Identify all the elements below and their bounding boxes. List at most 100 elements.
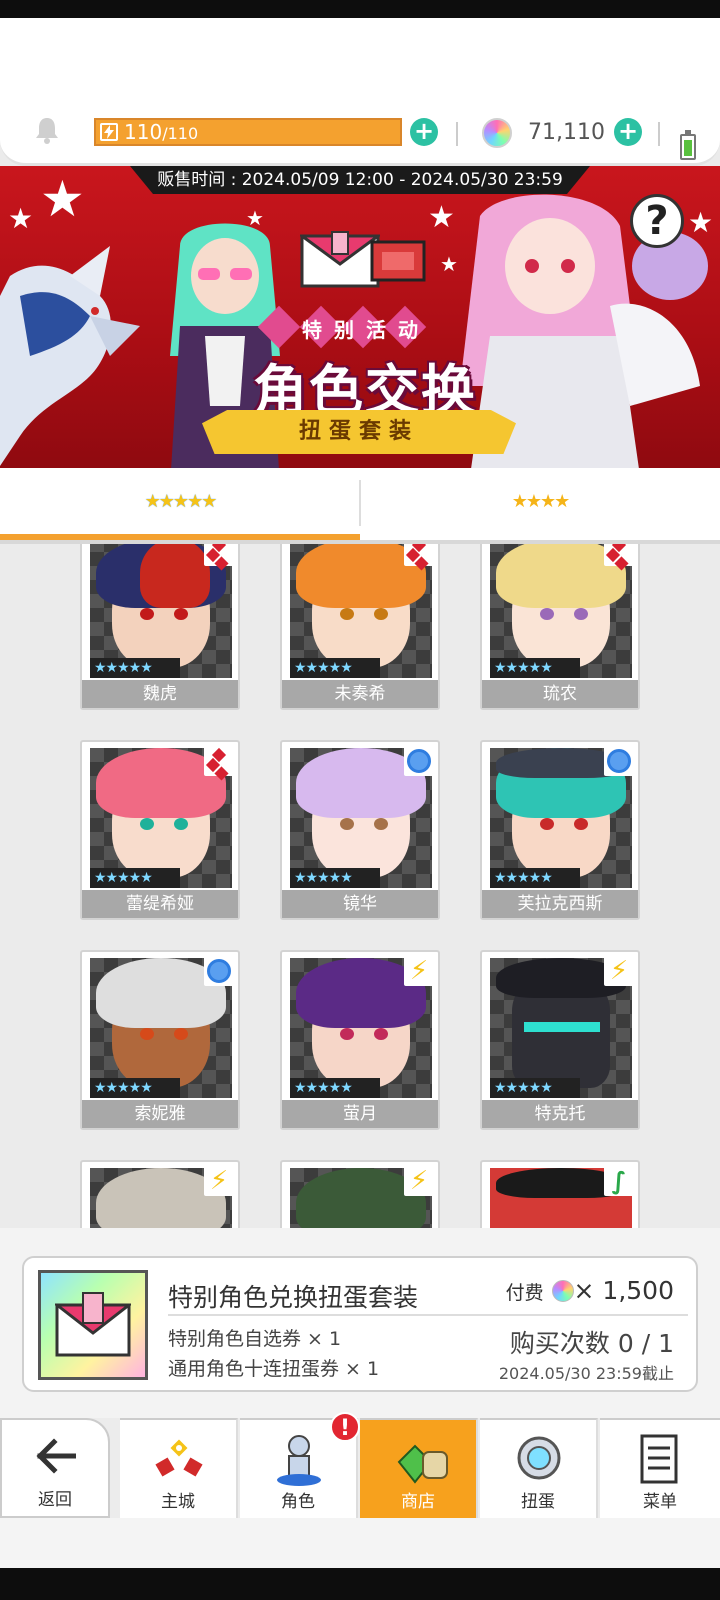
purchase-count: 购买次数 0 / 1 xyxy=(509,1329,674,1358)
rarity-tabs: ★★★★★ ★★★★ xyxy=(0,468,720,540)
character-card[interactable]: ★★★★★ 镜华 xyxy=(280,740,440,920)
character-card[interactable]: ★★★★★ 琉农 xyxy=(480,544,640,710)
tab-five-star[interactable]: ★★★★★ xyxy=(0,468,360,540)
menu-list-icon xyxy=(640,1434,678,1484)
element-bolt-icon: ⚡ xyxy=(404,956,434,986)
rarity-stars: ★★★★★ xyxy=(490,868,580,888)
status-bar xyxy=(0,0,720,18)
element-diamond-icon xyxy=(604,544,634,566)
divider xyxy=(168,1314,688,1316)
character-name: 萤月 xyxy=(282,1100,438,1128)
price-label: 付费 xyxy=(505,1282,544,1304)
element-bolt-icon: ⚡ xyxy=(404,1166,434,1196)
alert-badge: ! xyxy=(330,1412,360,1442)
help-button[interactable]: ? xyxy=(630,194,684,248)
banner-ribbon: 扭蛋套装 xyxy=(202,410,516,454)
bell-icon[interactable] xyxy=(34,116,60,144)
divider xyxy=(456,122,458,146)
shop-icon xyxy=(397,1444,448,1484)
tab-stars: ★★★★★ xyxy=(144,491,218,512)
star-decoration-icon: ★ xyxy=(8,202,34,235)
price-value: × 1,500 xyxy=(573,1276,674,1305)
nav-label: 扭蛋 xyxy=(521,1492,555,1512)
resource-bar: 110/110 + 71,110 + xyxy=(0,18,720,166)
envelope-icon xyxy=(300,231,380,288)
add-gems-button[interactable]: + xyxy=(614,118,642,146)
rarity-stars: ★★★★★ xyxy=(490,1078,580,1098)
energy-icon xyxy=(100,123,118,141)
energy-current: 110 xyxy=(124,120,163,144)
battery-icon xyxy=(680,130,696,160)
element-circle-icon xyxy=(404,746,434,776)
ticket-icon xyxy=(370,240,426,282)
nav-label: 菜单 xyxy=(643,1492,677,1512)
arrow-left-icon xyxy=(36,1438,76,1474)
system-nav-bar xyxy=(0,1568,720,1600)
nav-label: 主城 xyxy=(161,1492,195,1512)
rarity-stars: ★★★★★ xyxy=(90,868,180,888)
gem-icon xyxy=(482,118,512,148)
character-name: 索妮雅 xyxy=(82,1100,238,1128)
character-card[interactable]: ★★★★★ 魏虎 xyxy=(80,544,240,710)
element-circle-icon xyxy=(204,956,234,986)
divider xyxy=(658,122,660,146)
gacha-icon xyxy=(517,1436,561,1480)
rarity-stars: ★★★★★ xyxy=(490,658,580,678)
character-card[interactable]: ⚡ xyxy=(280,1160,440,1228)
character-card[interactable]: ⚡ xyxy=(80,1160,240,1228)
event-banner: 贩售时间 : 2024.05/09 12:00 - 2024.05/30 23:… xyxy=(0,166,720,468)
character-name: 特克托 xyxy=(482,1100,638,1128)
gem-count: 71,110 xyxy=(528,120,605,145)
banner-tag: 特别活动 xyxy=(302,318,430,342)
rarity-stars: ★★★★★ xyxy=(290,868,380,888)
element-circle-icon xyxy=(604,746,634,776)
purchase-deadline: 2024.05/30 23:59截止 xyxy=(498,1364,674,1383)
rarity-stars: ★★★★★ xyxy=(90,1078,180,1098)
character-card[interactable]: ★★★★★ 未奏希 xyxy=(280,544,440,710)
character-card[interactable]: ★★★★★ 索妮雅 xyxy=(80,950,240,1130)
element-bolt-icon: ⚡ xyxy=(204,1166,234,1196)
gacha-pack-icon xyxy=(38,1270,148,1380)
element-diamond-icon xyxy=(204,544,234,566)
bottom-nav: 返回 主城 角色 商店 扭蛋 菜单 ! xyxy=(0,1412,720,1518)
purchase-item: 特别角色自选券 × 1 xyxy=(168,1328,342,1350)
rarity-stars: ★★★★★ xyxy=(90,658,180,678)
character-card[interactable]: ∫ xyxy=(480,1160,640,1228)
energy-max: /110 xyxy=(162,124,199,143)
element-bolt-icon: ⚡ xyxy=(604,956,634,986)
nav-label: 返回 xyxy=(38,1490,72,1510)
add-energy-button[interactable]: + xyxy=(410,118,438,146)
nav-footer xyxy=(0,1518,720,1568)
character-card[interactable]: ★★★★★ 蕾缇希娅 xyxy=(80,740,240,920)
element-leaf-icon: ∫ xyxy=(604,1166,634,1196)
character-grid: ★★★★★ 魏虎 ★★★★★ 未奏希 ★★★★★ 琉农 ★★★★★ 蕾缇希娅 ★… xyxy=(0,544,720,1228)
nav-label: 商店 xyxy=(401,1492,435,1512)
rarity-stars: ★★★★★ xyxy=(290,1078,380,1098)
nav-item-menu[interactable]: 菜单 xyxy=(600,1418,720,1518)
tab-four-star[interactable]: ★★★★ xyxy=(360,468,720,540)
character-name: 蕾缇希娅 xyxy=(82,890,238,918)
character-card[interactable]: ★★★★★ ⚡ 特克托 xyxy=(480,950,640,1130)
nav-item-gacha[interactable]: 扭蛋 xyxy=(480,1418,598,1518)
character-card[interactable]: ★★★★★ 芙拉克西斯 xyxy=(480,740,640,920)
purchase-item: 通用角色十连扭蛋券 × 1 xyxy=(168,1358,380,1380)
character-icon xyxy=(277,1435,321,1486)
dragon-character-art xyxy=(0,246,140,466)
gem-icon xyxy=(551,1280,574,1302)
nav-item-shop[interactable]: 商店 xyxy=(360,1418,478,1518)
character-card[interactable]: ★★★★★ ⚡ 萤月 xyxy=(280,950,440,1130)
purchase-card[interactable]: 特别角色兑换扭蛋套装 付费 × 1,500 特别角色自选券 × 1 通用角色十连… xyxy=(22,1256,698,1392)
character-name: 未奏希 xyxy=(282,680,438,708)
character-name: 魏虎 xyxy=(82,680,238,708)
castle-icon xyxy=(155,1439,203,1477)
back-button[interactable]: 返回 xyxy=(0,1418,110,1518)
character-name: 镜华 xyxy=(282,890,438,918)
energy-value: 110/110 xyxy=(124,120,198,146)
star-decoration-icon: ★ xyxy=(40,170,85,228)
character-name: 琉农 xyxy=(482,680,638,708)
purchase-price: 付费 × 1,500 xyxy=(506,1276,674,1305)
tab-stars: ★★★★ xyxy=(511,491,571,512)
character-name: 芙拉克西斯 xyxy=(482,890,638,918)
nav-label: 角色 xyxy=(281,1492,315,1512)
nav-item-home[interactable]: 主城 xyxy=(120,1418,238,1518)
